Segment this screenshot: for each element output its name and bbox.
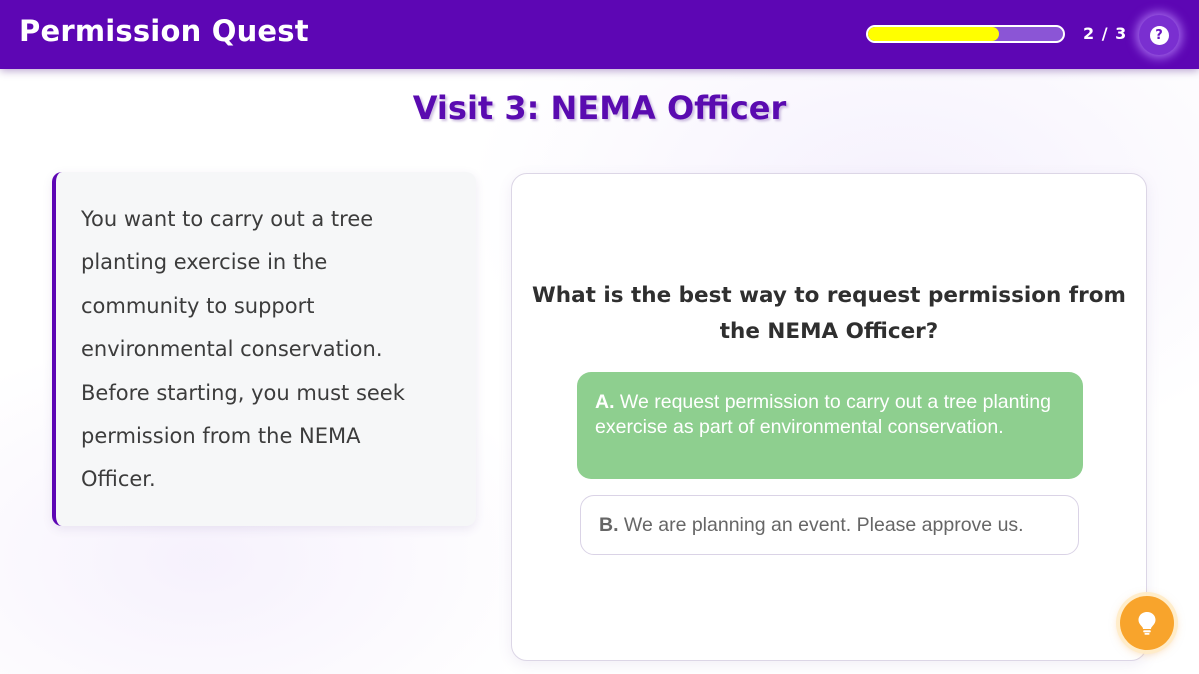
answer-option-b[interactable]: B. We are planning an event. Please appr…	[580, 495, 1079, 555]
option-letter: A.	[595, 391, 615, 413]
option-text: We are planning an event. Please approve…	[623, 514, 1024, 536]
question-card: What is the best way to request permissi…	[511, 173, 1147, 661]
help-button[interactable]: ?	[1139, 15, 1179, 55]
lightbulb-icon	[1138, 612, 1156, 635]
game-screen: Permission Quest 2 / 3 ? Visit 3: NEMA O…	[0, 0, 1199, 674]
top-bar: Permission Quest 2 / 3 ?	[0, 0, 1199, 69]
visit-title: Visit 3: NEMA Officer	[412, 89, 787, 127]
option-text: We request permission to carry out a tre…	[595, 391, 1051, 438]
question-circle-icon: ?	[1149, 25, 1169, 45]
question-text: What is the best way to request permissi…	[532, 283, 1126, 344]
scenario-text: You want to carry out a tree planting ex…	[81, 207, 405, 492]
progress-bar	[866, 25, 1065, 43]
scenario-card: You want to carry out a tree planting ex…	[52, 172, 476, 526]
option-letter: B.	[599, 514, 619, 536]
answer-option-a[interactable]: A. We request permission to carry out a …	[577, 372, 1083, 479]
app-title: Permission Quest	[19, 14, 309, 48]
hint-button[interactable]	[1120, 596, 1174, 650]
progress-bar-fill	[868, 27, 999, 41]
progress-counter: 2 / 3	[1083, 24, 1128, 43]
